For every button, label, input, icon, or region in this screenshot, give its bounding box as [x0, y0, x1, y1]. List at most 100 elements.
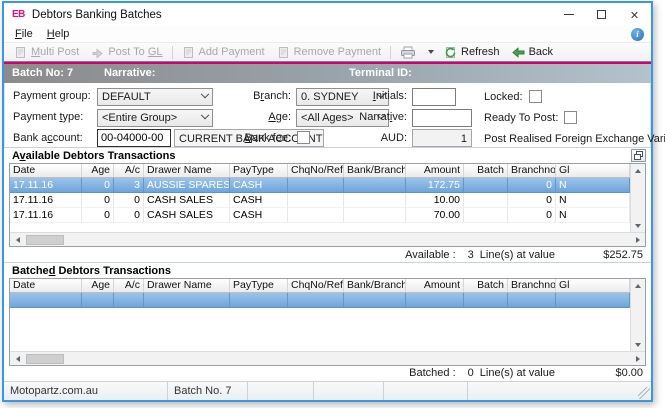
post-to-gl-button[interactable]: Post To GL: [85, 44, 168, 61]
scroll-down-button[interactable]: [631, 219, 646, 232]
column-header[interactable]: ChqNo/Ref: [288, 164, 344, 177]
table-row[interactable]: 17.11.16 0 0 CASH SALES CASH 70.00 0 N: [10, 208, 630, 223]
table-row[interactable]: 17.11.16 0 3 AUSSIE SPARES CASH 172.75 0 N: [10, 178, 630, 193]
table-cell: 17.11.16: [10, 208, 82, 223]
bank-fee-label: Bank fee:: [244, 132, 291, 144]
vertical-scrollbar[interactable]: [630, 279, 645, 351]
horizontal-scrollbar[interactable]: [10, 232, 645, 246]
bank-account-code-input[interactable]: [97, 129, 171, 147]
column-header[interactable]: PayType: [230, 279, 288, 292]
scroll-right-button[interactable]: [630, 233, 645, 246]
table-cell: 70.00: [406, 208, 464, 223]
remove-payment-button[interactable]: Remove Payment: [271, 44, 387, 61]
back-button[interactable]: Back: [506, 44, 559, 61]
column-header[interactable]: Gl: [556, 279, 630, 292]
status-segment: [384, 382, 468, 400]
bank-fee-checkbox[interactable]: [297, 131, 310, 144]
scrollbar-thumb[interactable]: [26, 353, 64, 364]
resize-grip[interactable]: [638, 387, 650, 399]
scroll-right-button[interactable]: [630, 352, 645, 365]
ready-to-post-row: Ready To Post:: [484, 109, 578, 126]
app-window: EB Debtors Banking Batches File Help i M…: [2, 1, 665, 402]
scroll-down-button[interactable]: [631, 338, 646, 351]
arrow-down-icon: [635, 223, 641, 228]
column-header[interactable]: Bank/Branch: [344, 279, 406, 292]
narrative-input[interactable]: [412, 109, 472, 127]
column-header[interactable]: Age: [82, 164, 114, 177]
column-header[interactable]: Amount: [406, 164, 464, 177]
column-header[interactable]: Batch: [464, 164, 508, 177]
section-title: Batched Debtors Transactions: [12, 264, 171, 277]
table-cell: [230, 293, 288, 308]
menu-item-file[interactable]: File: [8, 28, 40, 40]
grid-header: Date Age A/c Drawer Name PayType ChqNo/Ref Ban…: [10, 279, 630, 293]
maximize-button[interactable]: [585, 3, 618, 26]
table-cell: [508, 293, 556, 308]
vertical-scrollbar[interactable]: [630, 164, 645, 232]
table-cell: [114, 293, 144, 308]
multi-post-icon: [16, 46, 25, 58]
menu-item-help[interactable]: Help: [40, 28, 77, 40]
payment-group-select[interactable]: DEFAULT: [97, 88, 213, 106]
ready-to-post-checkbox[interactable]: [564, 111, 578, 124]
column-header[interactable]: ChqNo/Ref: [288, 279, 344, 292]
narrative-label: Narrative:: [104, 67, 156, 79]
column-header[interactable]: A/c: [114, 279, 144, 292]
table-row[interactable]: 17.11.16 0 0 CASH SALES CASH 10.00 0 N: [10, 193, 630, 208]
multi-post-button[interactable]: Multi Post: [8, 44, 85, 61]
column-header[interactable]: A/c: [114, 164, 144, 177]
table-cell: N: [556, 208, 630, 223]
statusbar: Motopartz.com.au Batch No. 7: [4, 381, 651, 400]
refresh-button[interactable]: Refresh: [438, 44, 506, 61]
table-cell: CASH: [230, 208, 288, 223]
column-header[interactable]: Batch: [464, 279, 508, 292]
column-header[interactable]: Drawer Name: [144, 164, 230, 177]
scroll-left-button[interactable]: [10, 352, 25, 365]
age-label: Age:: [268, 111, 291, 123]
printer-icon: [401, 46, 416, 58]
scrollbar-thumb[interactable]: [26, 234, 64, 245]
column-header[interactable]: Bank/Branch: [344, 164, 406, 177]
locked-checkbox[interactable]: [528, 90, 542, 103]
column-header[interactable]: PayType: [230, 164, 288, 177]
panel-toggle-button[interactable]: [631, 149, 646, 162]
info-icon[interactable]: i: [631, 27, 644, 41]
table-cell: 0: [508, 208, 556, 223]
initials-input[interactable]: [412, 88, 456, 106]
print-dropdown-icon[interactable]: [428, 50, 435, 54]
payment-type-select[interactable]: <Entire Group>: [97, 109, 213, 127]
column-header[interactable]: Date: [10, 164, 82, 177]
minimize-icon: [563, 14, 574, 15]
scroll-up-button[interactable]: [631, 164, 646, 177]
toolbar-separator: [171, 45, 173, 59]
table-cell: [288, 293, 344, 308]
table-cell: 10.00: [406, 193, 464, 208]
screenshot-stage: EB Debtors Banking Batches File Help i M…: [0, 0, 665, 408]
status-segment-company: Motopartz.com.au: [4, 382, 168, 400]
column-header[interactable]: Drawer Name: [144, 279, 230, 292]
horizontal-scrollbar[interactable]: [10, 351, 645, 365]
locked-label: Locked:: [484, 90, 523, 103]
column-header[interactable]: Age: [82, 279, 114, 292]
column-header[interactable]: Branchno: [508, 164, 556, 177]
scroll-up-button[interactable]: [631, 279, 646, 292]
table-cell: N: [556, 193, 630, 208]
column-header[interactable]: Date: [10, 279, 82, 292]
minimize-button[interactable]: [552, 3, 585, 26]
table-cell: [464, 178, 508, 193]
table-row[interactable]: [10, 293, 630, 308]
back-arrow-icon: [511, 46, 525, 58]
column-header[interactable]: Amount: [406, 279, 464, 292]
column-header[interactable]: Gl: [556, 164, 630, 177]
print-button[interactable]: [394, 44, 426, 61]
table-cell: 172.75: [406, 178, 464, 193]
table-cell: 0: [114, 193, 144, 208]
table-cell: 0: [508, 178, 556, 193]
table-cell: [464, 293, 508, 308]
scroll-left-button[interactable]: [10, 233, 25, 246]
batched-grid: Date Age A/c Drawer Name PayType ChqNo/Ref Ban…: [9, 278, 646, 366]
add-payment-button[interactable]: Add Payment: [176, 44, 271, 61]
column-header[interactable]: Branchno: [508, 279, 556, 292]
branch-label: Branch:: [253, 90, 291, 102]
close-button[interactable]: [618, 3, 651, 26]
